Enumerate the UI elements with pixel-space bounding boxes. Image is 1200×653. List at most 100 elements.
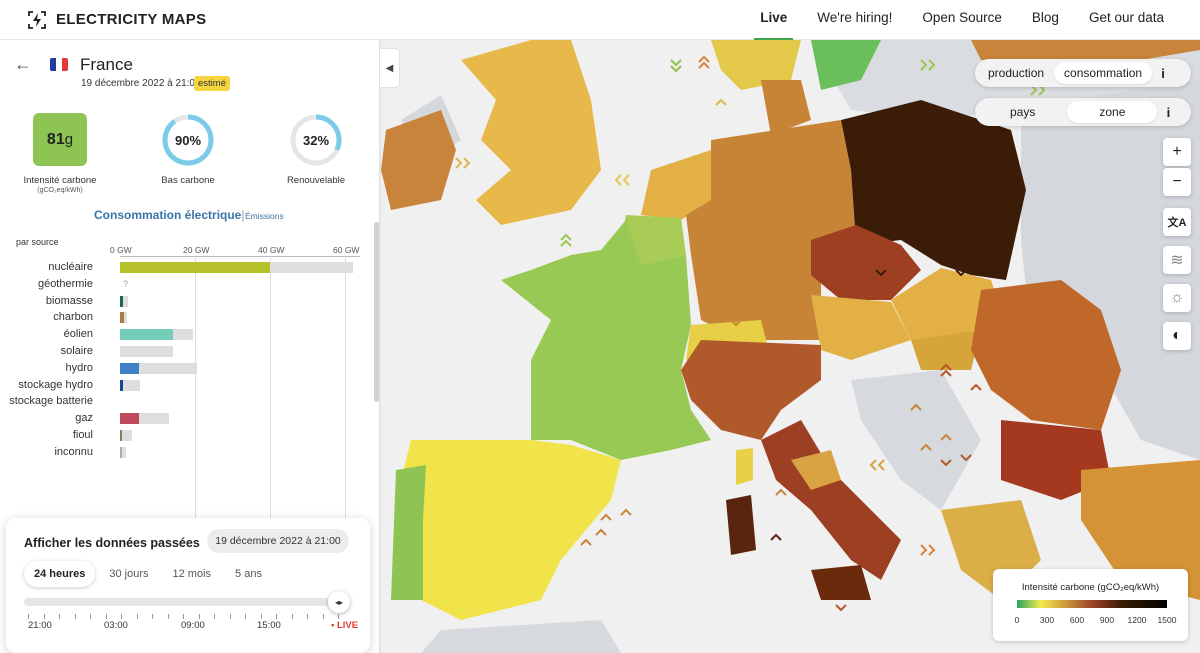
legend-tick-1500: 1500: [1157, 615, 1177, 625]
wind-icon: ≋: [1170, 252, 1184, 269]
chevron-left-icon: ◀: [385, 62, 394, 74]
language-button[interactable]: 文A: [1163, 208, 1191, 236]
source-production-bar[interactable]: [120, 262, 270, 273]
france-flag-icon: [50, 58, 68, 71]
mode-consumption[interactable]: consommation: [1054, 62, 1153, 84]
gridline-40: [270, 256, 271, 553]
source-production-bar[interactable]: [120, 413, 139, 425]
scope-country[interactable]: pays: [978, 101, 1067, 123]
source-label: géothermie: [37, 277, 93, 290]
source-label: éolien: [63, 328, 93, 341]
europe-map-svg[interactable]: [381, 40, 1200, 653]
brand-name: ELECTRICITY MAPS: [56, 11, 207, 28]
nav-hiring[interactable]: We're hiring!: [817, 0, 892, 40]
map-sardinia[interactable]: [726, 495, 756, 555]
live-label[interactable]: • LIVE: [331, 620, 358, 631]
history-card: Afficher les données passées 19 décembre…: [6, 518, 370, 653]
source-production-bar[interactable]: [120, 329, 173, 341]
dark-mode-icon: ◐: [1172, 327, 1182, 344]
tab-5y[interactable]: 5 ans: [225, 561, 272, 587]
time-tick: [59, 614, 60, 619]
solar-button[interactable]: ☼: [1163, 284, 1191, 312]
brand-logo[interactable]: ELECTRICITY MAPS: [26, 9, 206, 31]
time-tick: [307, 614, 308, 619]
source-label: charbon: [53, 311, 93, 324]
carbon-intensity-box[interactable]: 81 g: [33, 113, 87, 166]
tab-30d[interactable]: 30 jours: [99, 561, 158, 587]
time-tick: [338, 614, 339, 619]
source-label: nucléaire: [48, 261, 93, 273]
dark-mode-button[interactable]: ◐: [1163, 322, 1191, 350]
time-slider-track[interactable]: [24, 598, 342, 606]
mode-toggle: production consommation i: [975, 59, 1191, 87]
wind-button[interactable]: ≋: [1163, 246, 1191, 274]
time-tick: [152, 614, 153, 619]
language-icon: 文A: [1167, 217, 1187, 229]
time-tick: [74, 614, 76, 619]
map-portugal[interactable]: [391, 465, 426, 600]
map-sicily[interactable]: [811, 565, 871, 600]
source-label: solaire: [60, 345, 93, 357]
nav-blog[interactable]: Blog: [1032, 0, 1059, 40]
time-tick: [105, 614, 107, 619]
emissions-link[interactable]: Émissions: [245, 211, 284, 221]
tab-12m[interactable]: 12 mois: [163, 561, 222, 587]
source-label: fioul: [72, 429, 93, 441]
scope-zone[interactable]: zone: [1067, 101, 1158, 123]
time-tick: [183, 614, 184, 619]
scope-info-icon[interactable]: i: [1157, 105, 1179, 120]
source-label: hydro: [65, 361, 93, 374]
zoom-in-button[interactable]: +: [1163, 138, 1191, 166]
history-date-pill[interactable]: 19 décembre 2022 à 21:00: [207, 529, 349, 553]
time-slider-thumb[interactable]: ◂▸: [328, 591, 350, 613]
collapse-panel-button[interactable]: ◀: [380, 48, 400, 88]
source-label: stockage hydro: [18, 378, 93, 391]
legend-tick-0: 0: [1014, 615, 1020, 625]
carbon-map[interactable]: [381, 40, 1200, 653]
axis-tick-20: 20 GW: [183, 245, 210, 255]
carbon-intensity-unit: g: [64, 131, 74, 148]
time-tick: [90, 614, 91, 619]
time-tick: [43, 614, 45, 619]
zoom-out-button[interactable]: −: [1163, 168, 1191, 196]
zone-datetime: 19 décembre 2022 à 21:00: [81, 78, 201, 89]
consumption-title[interactable]: Consommation électrique|: [94, 208, 244, 222]
low-carbon-value: 90%: [174, 133, 202, 148]
carbon-intensity-unit-label: (gCO₂eq/kWh): [37, 187, 83, 194]
nav-open-source[interactable]: Open Source: [922, 0, 1002, 40]
zone-metrics: 81 g Intensité carbone (gCO₂eq/kWh) 90% B…: [0, 112, 379, 194]
source-production-bar[interactable]: [120, 362, 139, 374]
axis-tick-40: 40 GW: [258, 245, 285, 255]
source-capacity-bar[interactable]: [120, 346, 173, 357]
time-tick: [167, 614, 169, 619]
source-production-bar[interactable]: [120, 312, 125, 324]
time-tick: [229, 614, 231, 619]
zone-name: France: [80, 55, 133, 74]
source-label: gaz: [75, 412, 93, 425]
time-tick: [198, 614, 200, 619]
time-tick: [245, 614, 246, 619]
time-label-1500: 15:00: [257, 620, 281, 631]
mode-info-icon[interactable]: i: [1152, 66, 1174, 81]
time-tick: [276, 614, 277, 619]
panel-scrollbar[interactable]: [374, 222, 379, 402]
nav-get-data[interactable]: Get our data: [1089, 0, 1164, 40]
legend-color-scale: [1017, 600, 1167, 608]
nav-live[interactable]: Live: [754, 0, 794, 40]
back-arrow-icon[interactable]: ←: [14, 54, 32, 75]
time-label-0300: 03:00: [104, 620, 128, 631]
time-tick: [136, 614, 138, 619]
sun-icon: ☼: [1169, 289, 1185, 306]
map-corsica[interactable]: [736, 448, 753, 485]
low-carbon-label: Bas carbone: [161, 175, 215, 186]
source-production-bar[interactable]: [120, 295, 124, 307]
source-production-bar[interactable]: [120, 379, 123, 391]
by-source-label: par source: [16, 237, 59, 247]
mode-production[interactable]: production: [978, 62, 1054, 84]
zone-header: ← France 19 décembre 2022 à 21:00 estimé: [14, 54, 364, 94]
main-nav: Live We're hiring! Open Source Blog Get …: [730, 0, 1164, 40]
source-label: stockage batterie: [9, 395, 93, 408]
tab-24h[interactable]: 24 heures: [24, 561, 96, 587]
source-production-bar[interactable]: [120, 430, 122, 441]
source-production-bar[interactable]: [120, 446, 122, 458]
